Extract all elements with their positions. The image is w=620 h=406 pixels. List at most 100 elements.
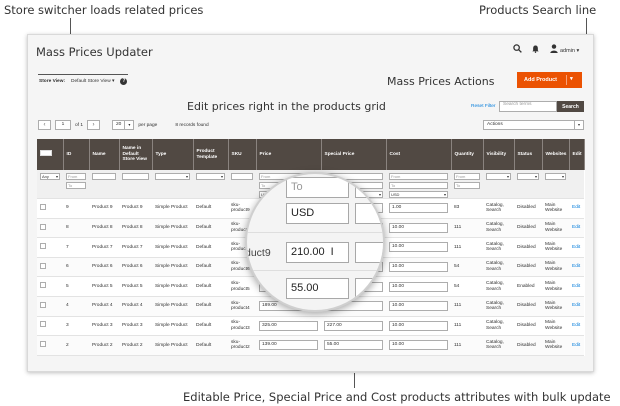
price-input[interactable]: 139.00 — [259, 340, 318, 351]
edit-link[interactable]: Edit — [572, 284, 580, 289]
search-button[interactable]: Search — [557, 101, 584, 112]
type-cell: Simple Product — [152, 296, 193, 317]
special-input[interactable]: 227.00 — [324, 320, 383, 331]
user-icon[interactable] — [550, 44, 558, 55]
column-header[interactable]: Name in Default Store View — [119, 139, 153, 170]
edit-link[interactable]: Edit — [572, 343, 580, 348]
row-checkbox[interactable] — [40, 321, 46, 328]
next-page-button[interactable]: › — [87, 120, 101, 130]
special-input[interactable]: 55.00 — [324, 340, 383, 351]
row-divider — [247, 270, 383, 271]
sku-cell: sku-product5 — [228, 276, 256, 297]
qty-cell: 83 — [451, 198, 483, 219]
mass-actions-select[interactable]: Actions ▾ — [483, 120, 584, 130]
search-input[interactable]: Search terms — [499, 101, 557, 112]
mass-select-checkbox[interactable] — [40, 150, 52, 156]
add-product-button[interactable]: Add Product ▾ — [517, 72, 582, 88]
per-page-select[interactable]: 20 ▾ — [112, 120, 135, 130]
magnified-currency-value: USD — [291, 207, 315, 219]
edit-link[interactable]: Edit — [572, 225, 580, 230]
price-cell: 325.00 — [256, 316, 321, 337]
column-header[interactable]: Cost — [386, 139, 452, 170]
store_name-cell: Product 7 — [119, 237, 152, 258]
row-checkbox[interactable] — [40, 203, 46, 210]
filter-input[interactable]: From — [66, 173, 86, 180]
edit-link[interactable]: Edit — [572, 245, 580, 250]
cost-cell: 1.00 — [386, 198, 451, 219]
filter-select[interactable] — [517, 173, 539, 180]
prev-page-button[interactable]: ‹ — [38, 120, 51, 130]
help-icon[interactable]: ? — [120, 78, 128, 85]
cost-input[interactable]: 10.00 — [389, 320, 448, 331]
cost-input[interactable]: 10.00 — [389, 301, 448, 312]
column-header[interactable]: Special Price — [321, 139, 387, 170]
cost-input[interactable]: 10.00 — [389, 281, 448, 292]
column-header[interactable]: ID — [63, 139, 90, 170]
chevron-down-icon: ▾ — [112, 79, 115, 84]
page-number-input[interactable]: 1 — [55, 120, 71, 130]
cost-cell: 10.00 — [386, 257, 451, 278]
filter-cell — [152, 170, 193, 199]
filter-select[interactable] — [486, 173, 511, 180]
column-header[interactable]: Name — [89, 139, 120, 170]
currency-select[interactable]: USD — [389, 191, 448, 198]
row-checkbox[interactable] — [40, 243, 46, 250]
filter-select[interactable] — [155, 173, 190, 180]
admin-user-menu[interactable]: admin ▾ — [560, 48, 579, 54]
store-view-select[interactable]: Default Store View ▾ — [69, 78, 116, 85]
filter-input[interactable]: To — [389, 182, 448, 189]
search-icon[interactable] — [513, 44, 522, 55]
row-checkbox[interactable] — [40, 341, 46, 348]
store_name-cell: Product 9 — [119, 198, 152, 219]
qty-cell: 111 — [451, 335, 483, 356]
filter-input[interactable]: To — [66, 182, 86, 189]
filter-input[interactable] — [231, 173, 253, 180]
column-header[interactable]: Websites — [542, 139, 570, 170]
website-cell: Main Website — [542, 296, 569, 317]
filter-input[interactable] — [122, 173, 149, 180]
filter-select[interactable]: Any — [40, 173, 60, 180]
reset-filter-link[interactable]: Reset Filter — [471, 104, 496, 109]
cost-input[interactable]: 10.00 — [389, 242, 448, 253]
column-header[interactable]: Status — [514, 139, 543, 170]
price-input[interactable]: 325.00 — [259, 320, 318, 331]
cost-input[interactable]: 10.00 — [389, 340, 448, 351]
id-cell: 7 — [63, 237, 89, 258]
cost-input[interactable]: 10.00 — [389, 262, 448, 273]
select-all-header[interactable] — [37, 139, 64, 170]
website-cell: Main Website — [542, 237, 569, 258]
column-header[interactable]: Price — [256, 139, 322, 170]
cost-input[interactable]: 10.00 — [389, 222, 448, 233]
row-checkbox[interactable] — [40, 223, 46, 230]
row-select-cell — [37, 296, 63, 317]
filter-input[interactable]: From — [454, 173, 480, 180]
template-cell: Default — [193, 335, 228, 356]
chevron-down-icon[interactable]: ▾ — [570, 76, 573, 82]
name-cell: Product 7 — [89, 237, 119, 258]
website-cell: Main Website — [542, 316, 569, 337]
filter-input[interactable]: To — [454, 182, 480, 189]
filter-select[interactable] — [545, 173, 566, 180]
template-cell: Default — [193, 237, 228, 258]
column-header[interactable]: Quantity — [451, 139, 484, 170]
qty-cell: 54 — [451, 276, 483, 297]
column-header[interactable]: SKU — [228, 139, 257, 170]
edit-link[interactable]: Edit — [572, 323, 580, 328]
filter-input[interactable] — [92, 173, 116, 180]
cost-cell: 10.00 — [386, 276, 451, 297]
filter-select[interactable] — [196, 173, 225, 180]
column-header[interactable]: Type — [152, 139, 194, 170]
filter-input[interactable]: From — [389, 173, 448, 180]
row-checkbox[interactable] — [40, 262, 46, 269]
column-header[interactable]: Product Template — [193, 139, 229, 170]
row-checkbox[interactable] — [40, 301, 46, 308]
row-checkbox[interactable] — [40, 282, 46, 289]
edit-link[interactable]: Edit — [572, 303, 580, 308]
edit-link[interactable]: Edit — [572, 264, 580, 269]
column-header[interactable]: Visibility — [483, 139, 515, 170]
bell-icon[interactable] — [532, 45, 539, 55]
edit-link[interactable]: Edit — [572, 205, 580, 210]
website-cell: Main Website — [542, 276, 569, 297]
cost-input[interactable]: 1.00 — [389, 203, 448, 214]
per-page-value: 20 — [116, 122, 122, 127]
